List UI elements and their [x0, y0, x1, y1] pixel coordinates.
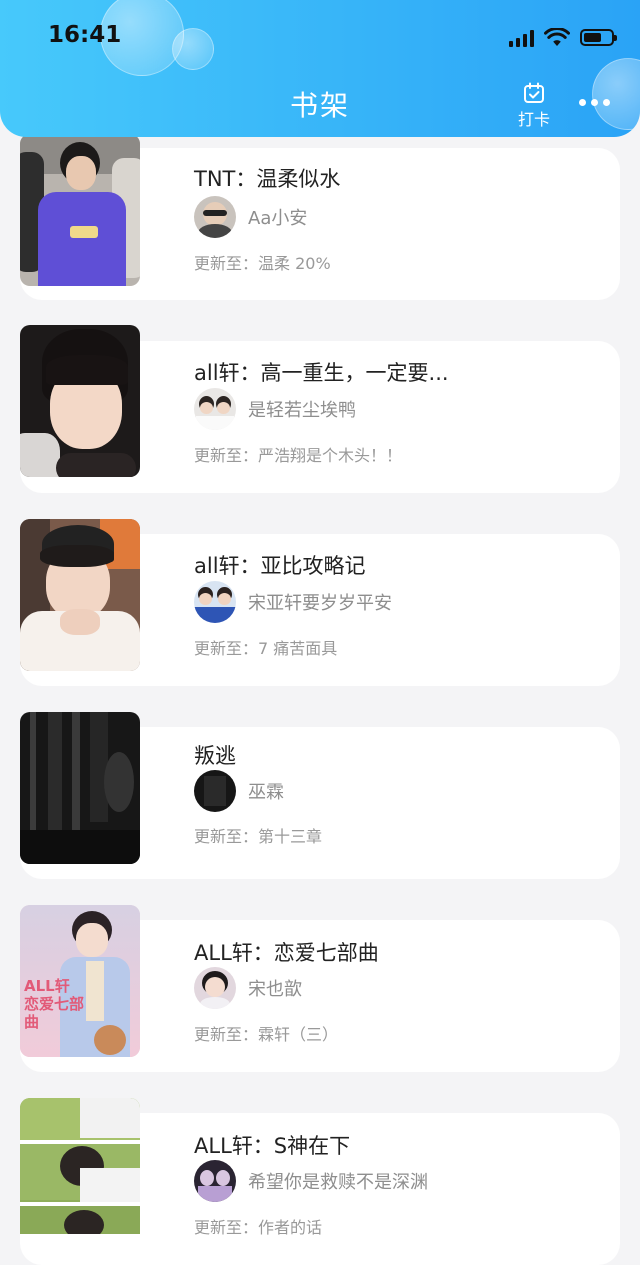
update-status: 更新至：作者的话 — [194, 1218, 323, 1237]
author-row: 宋亚轩要岁岁平安 — [194, 581, 392, 623]
battery-icon — [580, 29, 617, 46]
decorative-bubble — [172, 28, 214, 70]
author-row: 宋也歆 — [194, 967, 302, 1009]
cover-caption: ALL轩 恋爱七部曲 — [24, 977, 85, 1031]
status-time: 16:41 — [48, 22, 122, 48]
book-cover[interactable] — [20, 1098, 140, 1234]
calendar-check-icon — [524, 82, 544, 103]
signal-icon — [509, 29, 534, 47]
book-title: all轩：高一重生，一定要... — [194, 361, 449, 385]
checkin-label: 打卡 — [517, 110, 550, 129]
book-title: all轩：亚比攻略记 — [194, 554, 366, 578]
update-status: 更新至：第十三章 — [194, 827, 323, 846]
book-cover[interactable] — [20, 519, 140, 671]
update-status: 更新至：7 痛苦面具 — [194, 639, 338, 658]
author-avatar — [194, 967, 236, 1009]
book-cover[interactable] — [20, 134, 140, 286]
author-row: Aa小安 — [194, 196, 307, 238]
author-avatar — [194, 770, 236, 812]
more-icon[interactable] — [579, 99, 610, 106]
checkin-button[interactable]: 打卡 — [514, 82, 554, 130]
update-status: 更新至：温柔 20% — [194, 254, 331, 273]
author-avatar — [194, 581, 236, 623]
author-name: 希望你是救赎不是深渊 — [248, 1172, 428, 1193]
author-avatar — [194, 1160, 236, 1202]
author-row: 希望你是救赎不是深渊 — [194, 1160, 428, 1202]
book-cover[interactable] — [20, 712, 140, 864]
update-status: 更新至：霖轩（三） — [194, 1025, 339, 1044]
status-icons — [509, 28, 617, 47]
author-name: 宋亚轩要岁岁平安 — [248, 593, 392, 614]
author-row: 是轻若尘埃鸭 — [194, 388, 356, 430]
wifi-icon — [544, 28, 570, 46]
update-status: 更新至：严浩翔是个木头！！ — [194, 446, 403, 465]
author-name: 是轻若尘埃鸭 — [248, 400, 356, 421]
author-row: 巫霖 — [194, 770, 284, 812]
author-avatar — [194, 388, 236, 430]
book-cover[interactable] — [20, 325, 140, 477]
author-avatar — [194, 196, 236, 238]
book-title: 叛逃 — [194, 744, 236, 768]
author-name: 巫霖 — [248, 782, 284, 803]
author-name: Aa小安 — [248, 208, 308, 229]
book-title: ALL轩：恋爱七部曲 — [194, 941, 379, 965]
author-name: 宋也歆 — [248, 979, 302, 1000]
book-title: TNT：温柔似水 — [194, 167, 341, 191]
app-header: 16:41 书架 打卡 — [0, 0, 640, 137]
book-title: ALL轩：S神在下 — [194, 1134, 351, 1158]
book-cover[interactable]: ALL轩 恋爱七部曲 — [20, 905, 140, 1057]
